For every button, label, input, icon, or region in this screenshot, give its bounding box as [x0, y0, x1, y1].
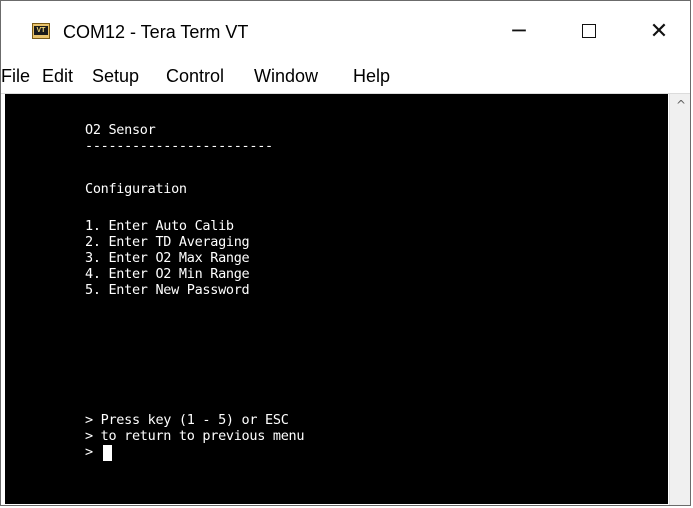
terminal-cursor	[103, 445, 112, 461]
menu-setup[interactable]: Setup	[92, 65, 139, 87]
menu-file[interactable]: File	[1, 65, 30, 87]
tera-term-app-icon[interactable]: VT	[32, 23, 50, 39]
maximize-button[interactable]	[566, 11, 612, 51]
title-bar[interactable]: VT COM12 - Tera Term VT ─ ✕	[1, 1, 690, 59]
minimize-icon: ─	[512, 18, 526, 44]
menu-edit[interactable]: Edit	[42, 65, 73, 87]
terminal-heading: O2 Sensor	[85, 122, 156, 138]
vertical-scrollbar[interactable]: ^	[669, 94, 690, 505]
terminal-prompt-line: > Press key (1 - 5) or ESC	[85, 412, 289, 428]
menu-control[interactable]: Control	[166, 65, 224, 87]
window-title: COM12 - Tera Term VT	[63, 22, 249, 42]
terminal-option: 1. Enter Auto Calib	[85, 218, 234, 234]
maximize-icon	[582, 24, 596, 38]
terminal-prompt-line: > to return to previous menu	[85, 428, 305, 444]
terminal-option: 5. Enter New Password	[85, 282, 250, 298]
close-button[interactable]: ✕	[636, 11, 682, 51]
terminal-option: 2. Enter TD Averaging	[85, 234, 250, 250]
terminal-input-prompt: >	[85, 444, 93, 460]
scroll-up-arrow-icon[interactable]: ^	[674, 98, 688, 112]
menu-bar: File Edit Setup Control Window Help	[1, 59, 690, 94]
terminal-option: 3. Enter O2 Max Range	[85, 250, 250, 266]
terminal-separator: ------------------------	[85, 138, 273, 154]
close-icon: ✕	[649, 18, 669, 44]
terminal-option: 4. Enter O2 Min Range	[85, 266, 250, 282]
minimize-button[interactable]: ─	[496, 11, 542, 51]
menu-window[interactable]: Window	[254, 65, 318, 87]
app-icon-label: VT	[34, 26, 48, 35]
terminal-screen[interactable]: O2 Sensor ------------------------ Confi…	[5, 94, 668, 504]
menu-help[interactable]: Help	[353, 65, 390, 87]
terminal-section-title: Configuration	[85, 181, 187, 197]
tera-term-window: VT COM12 - Tera Term VT ─ ✕ File Edit Se…	[0, 0, 691, 506]
